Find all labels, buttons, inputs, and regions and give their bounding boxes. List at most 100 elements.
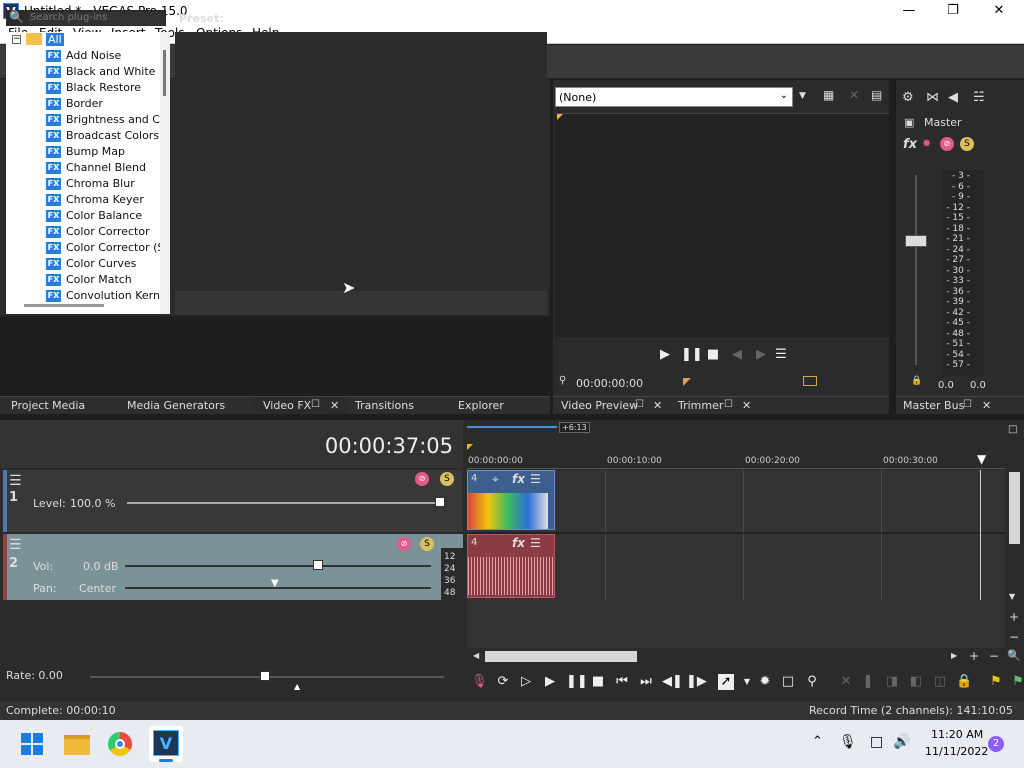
tab-transitions[interactable]: Transitions [355,399,414,412]
next-frame-icon[interactable]: ▶ [753,347,769,363]
audio-event[interactable]: 4 fx ☰ [467,534,555,598]
master-fader-knob[interactable] [905,235,927,247]
plugin-item[interactable]: FX Color Corrector [46,225,150,241]
go-to-end-icon[interactable]: ⏭ [638,674,654,690]
bus-fx-icon[interactable]: ✸ [922,137,931,150]
play-from-start-icon[interactable]: ▷ [518,674,534,690]
undock-icon[interactable]: ☐ [311,399,320,410]
clock-time[interactable]: 11:20 AM [931,728,983,741]
pause-icon[interactable]: ❚❚ [566,674,588,690]
undock-icon[interactable]: ☐ [963,399,972,410]
vegas-taskbar-button[interactable]: V [149,726,183,762]
preview-quality-icon[interactable]: ▼ [799,91,806,101]
stop-icon[interactable]: ■ [590,674,606,690]
plugin-item[interactable]: FX Convolution Kerne [46,289,167,305]
timeline-hscroll[interactable]: ◀ ▶ + − 🔍 [467,648,1024,666]
plugin-item[interactable]: FX Bump Map [46,145,125,161]
video-event[interactable]: 4 ⌖ fx ☰ [467,470,555,530]
close-tab-icon[interactable]: ✕ [742,399,751,412]
close-button[interactable]: ✕ [976,0,1022,22]
event-menu-icon[interactable]: ☰ [530,536,541,550]
tree-hscroll-thumb[interactable] [24,304,104,307]
plugin-item[interactable]: FX Color Curves [46,257,136,273]
bus-settings-gear-icon[interactable]: ⚙ [902,90,914,105]
pause-icon[interactable]: ❚❚ [681,347,703,363]
zoom-in-icon[interactable]: + [1009,610,1019,624]
tab-media-generators[interactable]: Media Generators [127,399,225,412]
level-slider-knob[interactable] [435,497,445,507]
mute-icon[interactable]: ⊘ [940,137,954,151]
preview-menu-icon[interactable]: ☰ [773,347,789,363]
plugin-item[interactable]: FX Broadcast Colors [46,129,159,145]
insert-marker-icon[interactable]: ⚑ [988,674,1004,690]
go-to-start-icon[interactable]: ⏮ [614,674,630,690]
selection-tool-icon[interactable]: □ [780,674,796,690]
solo-icon[interactable]: S [960,137,974,151]
chrome-icon[interactable] [108,732,132,756]
track-menu-icon[interactable]: ☰ [9,537,22,553]
loop-region-bar[interactable] [467,426,557,428]
minimize-button[interactable]: — [886,0,932,22]
marker-toggle-icon[interactable]: □ [1008,424,1017,435]
maximize-button[interactable]: ❐ [930,0,976,22]
split-icon[interactable]: ◫ [932,674,948,690]
zoom-out-icon[interactable]: − [1009,630,1019,644]
stop-icon[interactable]: ■ [705,347,721,363]
bus-speaker-icon[interactable]: ◀ [948,90,958,105]
tree-root-all[interactable]: All [46,33,64,46]
solo-icon[interactable]: S [440,472,454,486]
rate-slider-knob[interactable] [260,671,270,681]
play-icon[interactable]: ▶ [657,347,673,363]
vol-slider-knob[interactable] [313,560,323,570]
file-explorer-icon[interactable] [64,735,90,755]
collapse-toggle-icon[interactable]: − [12,35,21,44]
tab-master-bus[interactable]: Master Bus [903,399,964,412]
track-canvas[interactable]: 4 ⌖ fx ☰ 4 fx ☰ [467,470,1005,648]
edit-tool-dropdown-icon[interactable]: ▼ [739,674,755,690]
close-tab-icon[interactable]: ✕ [653,399,662,412]
notification-badge[interactable]: 2 [988,736,1004,752]
plugin-item[interactable]: FX Channel Blend [46,161,146,177]
previous-frame-icon[interactable]: ◀❚ [662,674,683,690]
trim-icon[interactable]: ❚ [860,674,876,690]
event-menu-icon[interactable]: ☰ [530,472,541,486]
loop-playback-icon[interactable]: ⟳ [495,674,511,690]
preview-select[interactable]: (None) ⌄ [555,87,793,107]
scroll-down-icon[interactable]: ▼ [1009,592,1015,601]
zoom-out-h-icon[interactable]: − [989,649,999,663]
record-icon[interactable]: 🎙 [471,674,488,690]
mute-icon[interactable]: ⊘ [415,472,429,486]
volume-icon[interactable]: 🔊 [893,734,910,750]
tree-scroll-thumb[interactable] [163,50,166,96]
snapshot-icon[interactable] [803,376,817,386]
audio-track-header[interactable]: ☰ 2 ⊘ S Vol: 0.0 dB Pan: Center ▼ 12 24 … [3,534,467,600]
plugin-item[interactable]: FX Color Balance [46,209,142,225]
event-fx-icon[interactable]: fx [512,536,525,550]
plugin-item[interactable]: FX Chroma Keyer [46,193,144,209]
vscroll-thumb[interactable] [1009,472,1020,544]
track-menu-icon[interactable]: ☰ [9,473,22,489]
normal-edit-tool-icon[interactable]: ➚ [718,674,734,690]
close-tab-icon[interactable]: ✕ [982,399,991,412]
envelope-tool-icon[interactable]: ✹ [757,674,773,690]
clock-date[interactable]: 11/11/2022 [925,745,988,758]
plugin-item[interactable]: FX Color Match [46,273,132,289]
overlay-icon[interactable]: ▤ [871,88,882,102]
time-ruler[interactable]: +6:13 00:00:00:00 00:00:10:00 00:00:20:0… [467,420,1005,470]
zoom-edit-tool-icon[interactable]: ⚲ [804,674,820,690]
microphone-icon[interactable]: 🎙 [839,734,857,750]
prev-frame-icon[interactable]: ◀ [729,347,745,363]
level-slider[interactable] [127,502,445,504]
preview-settings-icon[interactable]: ▦ [823,88,834,102]
timeline-vscroll[interactable]: □ ▼ + − [1005,420,1024,649]
plugin-item[interactable]: FX Color Corrector (S [46,241,164,257]
tree-scrollbar[interactable] [160,32,170,314]
chevron-up-icon[interactable]: ⌃ [812,734,823,749]
plugin-item[interactable]: FX Border [46,97,103,113]
plugin-item[interactable]: FX Black and White [46,65,155,81]
zoom-tool-icon[interactable]: 🔍 [1007,649,1021,662]
hscroll-thumb[interactable] [485,651,637,662]
plugin-item[interactable]: FX Brightness and Co [46,113,167,129]
event-fx-icon[interactable]: fx [512,472,525,486]
tab-video-preview[interactable]: Video Preview [561,399,638,412]
